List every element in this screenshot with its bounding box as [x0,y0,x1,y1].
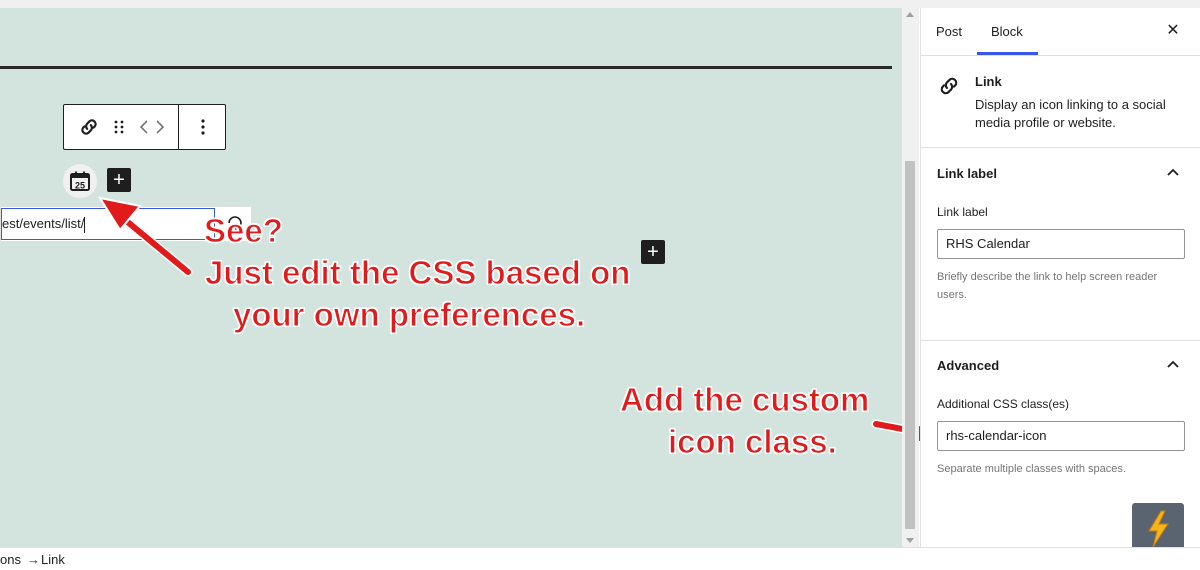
editor-scrollbar[interactable] [902,8,919,547]
settings-sidebar: Post Block ✕ Link Display an icon linkin… [920,8,1200,547]
close-icon: ✕ [1166,22,1180,39]
chevron-up-icon[interactable] [1167,168,1179,176]
field-label: Link label [937,205,988,219]
tab-post[interactable]: Post [936,8,962,55]
panel-title[interactable]: Advanced [937,358,999,373]
breadcrumb: ons → Link [0,547,1200,570]
css-class-input[interactable]: rhs-calendar-icon [937,421,1185,451]
field-help: Briefly describe the link to help screen… [937,271,1158,301]
block-card-title: Link [975,74,1002,89]
annotation-see: See? [204,212,284,250]
block-card-description: Display an icon linking to a social medi… [975,97,1166,130]
panel-title[interactable]: Link label [937,166,997,181]
tab-block[interactable]: Block [991,8,1023,55]
link-icon [940,77,958,95]
arrow-to-calendar [97,196,193,277]
close-sidebar-button[interactable]: ✕ [1165,23,1181,39]
lightning-icon [1148,510,1169,548]
chevron-up-icon[interactable] [1167,360,1179,368]
link-label-input[interactable]: RHS Calendar [937,229,1185,259]
panel-link-label: Link label Link label RHS Calendar Brief… [921,148,1200,341]
annotation-add-line1: Add the custom [619,381,870,419]
breadcrumb-item[interactable]: ons [0,552,21,567]
breadcrumb-item[interactable]: Link [41,552,65,567]
annotation-edit-line2: your own preferences. [232,296,586,334]
block-card: Link Display an icon linking to a social… [921,56,1200,148]
sidebar-tabs: Post Block ✕ [921,8,1200,56]
field-label: Additional CSS class(es) [937,397,1070,411]
scroll-down-icon[interactable] [906,538,914,543]
annotation-edit-line1: Just edit the CSS based on [204,254,631,292]
scroll-up-icon[interactable] [906,12,914,17]
scroll-thumb[interactable] [905,161,915,529]
annotation-add-line2: icon class. [668,423,838,461]
field-help: Separate multiple classes with spaces. [937,463,1126,475]
breadcrumb-separator: → [27,552,40,567]
active-tab-indicator [977,52,1038,55]
